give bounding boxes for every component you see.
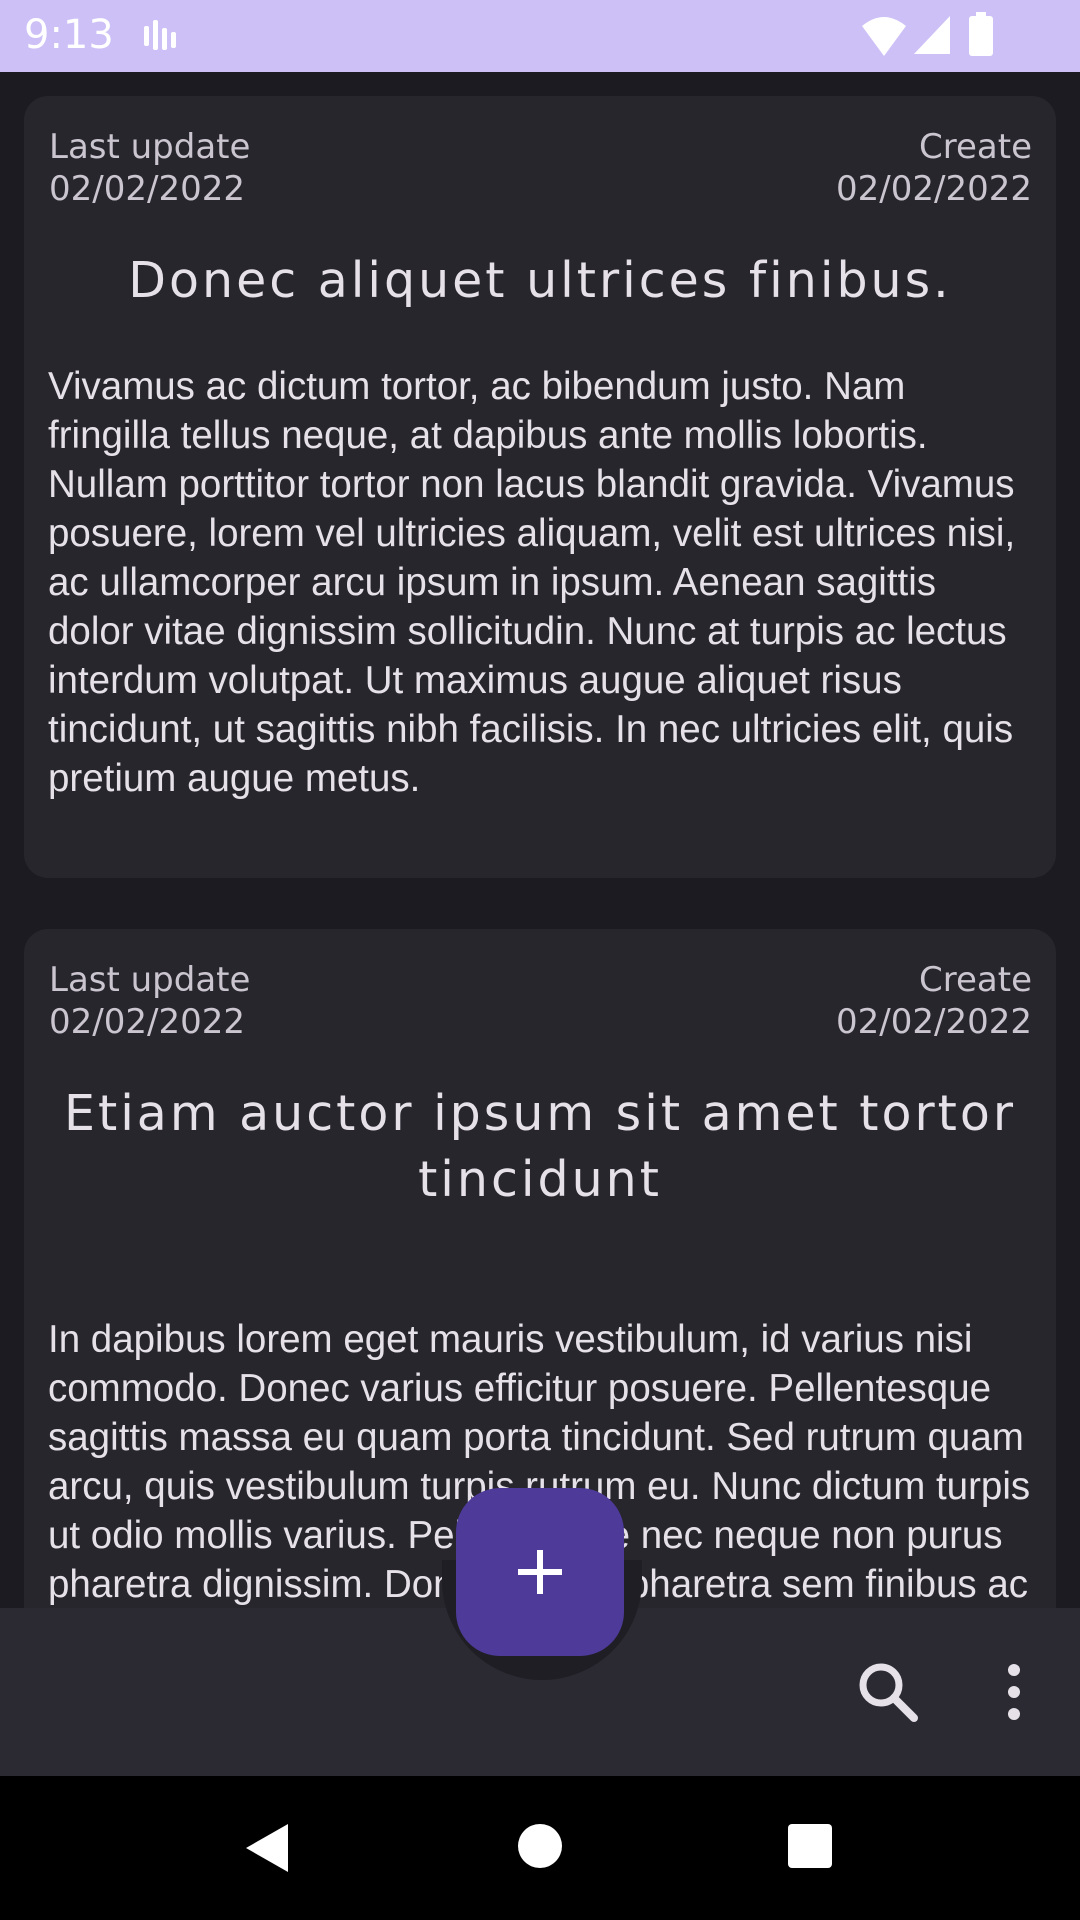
note-title: Donec aliquet ultrices finibus. <box>128 252 952 309</box>
create-info: Create 02/02/2022 <box>836 959 1032 1043</box>
create-info: Create 02/02/2022 <box>836 126 1032 210</box>
more-vert-icon[interactable] <box>978 1656 1050 1728</box>
last-update-label: Last update <box>49 960 251 1000</box>
last-update-label: Last update <box>49 127 251 167</box>
recents-icon[interactable] <box>786 1822 834 1870</box>
last-update-date: 02/02/2022 <box>49 1002 245 1042</box>
notes-list[interactable]: Last update 02/02/2022 Create 02/02/2022… <box>0 72 1080 1608</box>
battery-icon <box>969 12 993 56</box>
status-time: 9:13 <box>24 12 114 58</box>
signal-bars-icon <box>144 20 176 50</box>
home-icon[interactable] <box>516 1822 564 1870</box>
system-nav-bar <box>0 1776 1080 1920</box>
create-label: Create <box>919 127 1032 167</box>
note-card[interactable]: Last update 02/02/2022 Create 02/02/2022… <box>24 96 1056 878</box>
search-icon[interactable] <box>852 1656 924 1728</box>
cellular-icon <box>914 16 950 54</box>
last-update-info: Last update 02/02/2022 <box>49 959 250 1043</box>
back-icon[interactable] <box>240 1820 296 1876</box>
wifi-icon <box>862 17 906 56</box>
create-date: 02/02/2022 <box>836 1002 1032 1042</box>
last-update-info: Last update 02/02/2022 <box>49 126 250 210</box>
add-note-button[interactable] <box>456 1488 624 1656</box>
note-body: Vivamus ac dictum tortor, ac bibendum ju… <box>48 365 1016 800</box>
create-date: 02/02/2022 <box>836 169 1032 209</box>
note-title: Etiam auctor ipsum sit amet tortor tinci… <box>64 1085 1016 1208</box>
last-update-date: 02/02/2022 <box>49 169 245 209</box>
create-label: Create <box>919 960 1032 1000</box>
plus-icon <box>518 1550 562 1594</box>
status-bar: 9:13 <box>0 0 1080 72</box>
